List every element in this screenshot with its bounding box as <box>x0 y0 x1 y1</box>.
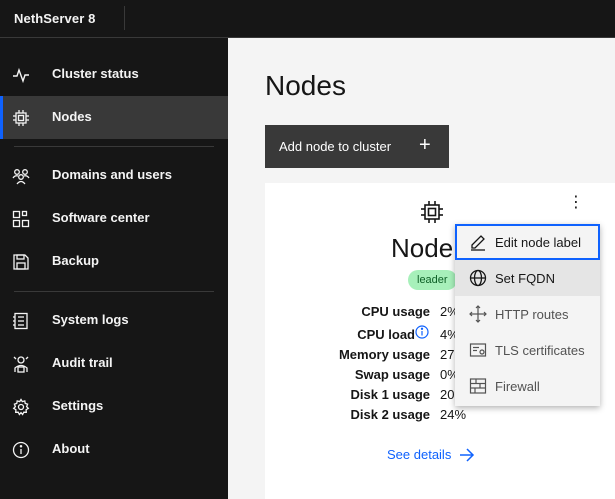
sidebar-item-label: Backup <box>52 253 99 268</box>
sidebar-item-nodes[interactable]: Nodes <box>0 96 228 139</box>
sidebar-item-label: Domains and users <box>52 167 172 182</box>
page-title: Nodes <box>265 70 346 101</box>
sidebar-item-system-logs[interactable]: System logs <box>0 299 228 342</box>
sidebar-item-label: Audit trail <box>52 355 113 370</box>
menu-item-firewall[interactable]: Firewall <box>455 368 600 404</box>
status-badge: leader <box>408 270 457 290</box>
audit-icon <box>12 355 30 373</box>
menu-item-label: Firewall <box>495 379 540 394</box>
chip-icon <box>12 109 30 127</box>
sidebar-item-label: About <box>52 441 90 456</box>
info-icon <box>12 441 30 459</box>
sidebar-item-label: Nodes <box>52 109 92 124</box>
sidebar-item-about[interactable]: About <box>0 428 228 471</box>
activity-icon <box>12 66 30 84</box>
sidebar-item-label: Settings <box>52 398 104 413</box>
gear-icon <box>12 398 30 416</box>
stat-label: Disk 1 usage <box>350 387 431 402</box>
stat-label: CPU usage <box>361 304 430 319</box>
edit-icon <box>469 233 487 251</box>
overflow-menu-button[interactable]: ⋮ <box>568 195 584 213</box>
overflow-menu: Edit node label Set FQDN HTTP routes TLS… <box>455 224 600 406</box>
stat-label: Disk 2 usage <box>350 407 431 422</box>
stat-value: 24% <box>440 407 467 422</box>
stat-row: Disk 2 usage 24% <box>265 407 615 427</box>
certificate-icon <box>469 341 487 359</box>
stat-label: CPU load <box>357 327 415 342</box>
menu-item-http-routes[interactable]: HTTP routes <box>455 296 600 332</box>
stat-value: 27 <box>440 347 455 362</box>
app-title[interactable]: NethServer 8 <box>14 11 95 26</box>
sidebar-item-cluster-status[interactable]: Cluster status <box>0 53 228 96</box>
routes-icon <box>469 305 487 323</box>
menu-item-set-fqdn[interactable]: Set FQDN <box>455 260 600 296</box>
firewall-icon <box>469 377 487 395</box>
sidebar-divider <box>14 291 214 292</box>
sidebar-item-software-center[interactable]: Software center <box>0 197 228 240</box>
add-node-label: Add node to cluster <box>279 139 392 154</box>
menu-item-label: Edit node label <box>495 235 582 250</box>
sidebar: Cluster status Nodes Domains and users S… <box>0 38 228 499</box>
plus-icon: + <box>419 134 431 156</box>
menu-item-label: HTTP routes <box>495 307 569 322</box>
users-icon <box>12 167 30 185</box>
logs-icon <box>12 312 30 330</box>
stat-label: Swap usage <box>354 367 430 382</box>
header-divider <box>124 6 125 30</box>
menu-item-label: TLS certificates <box>495 343 585 358</box>
sidebar-item-backup[interactable]: Backup <box>0 240 228 283</box>
globe-icon <box>469 269 487 287</box>
node-title: Node <box>391 233 454 263</box>
see-details-link[interactable]: See details <box>387 447 451 462</box>
stat-value: 20 <box>440 387 455 402</box>
sidebar-item-settings[interactable]: Settings <box>0 385 228 428</box>
info-icon[interactable] <box>415 325 429 339</box>
stat-label: Memory usage <box>338 347 430 362</box>
sidebar-item-label: Cluster status <box>52 66 139 81</box>
chip-icon <box>419 199 445 225</box>
add-node-button[interactable]: Add node to cluster + <box>265 125 449 168</box>
top-header: NethServer 8 <box>0 0 615 38</box>
menu-item-tls-certificates[interactable]: TLS certificates <box>455 332 600 368</box>
sidebar-item-audit-trail[interactable]: Audit trail <box>0 342 228 385</box>
sidebar-item-domains-and-users[interactable]: Domains and users <box>0 154 228 197</box>
save-icon <box>12 253 30 271</box>
sidebar-divider <box>14 146 214 147</box>
menu-item-edit-node-label[interactable]: Edit node label <box>455 224 600 260</box>
arrow-right-icon[interactable] <box>459 448 475 462</box>
apps-icon <box>12 210 30 228</box>
sidebar-item-label: System logs <box>52 312 129 327</box>
menu-item-label: Set FQDN <box>495 271 555 286</box>
sidebar-item-label: Software center <box>52 210 150 225</box>
